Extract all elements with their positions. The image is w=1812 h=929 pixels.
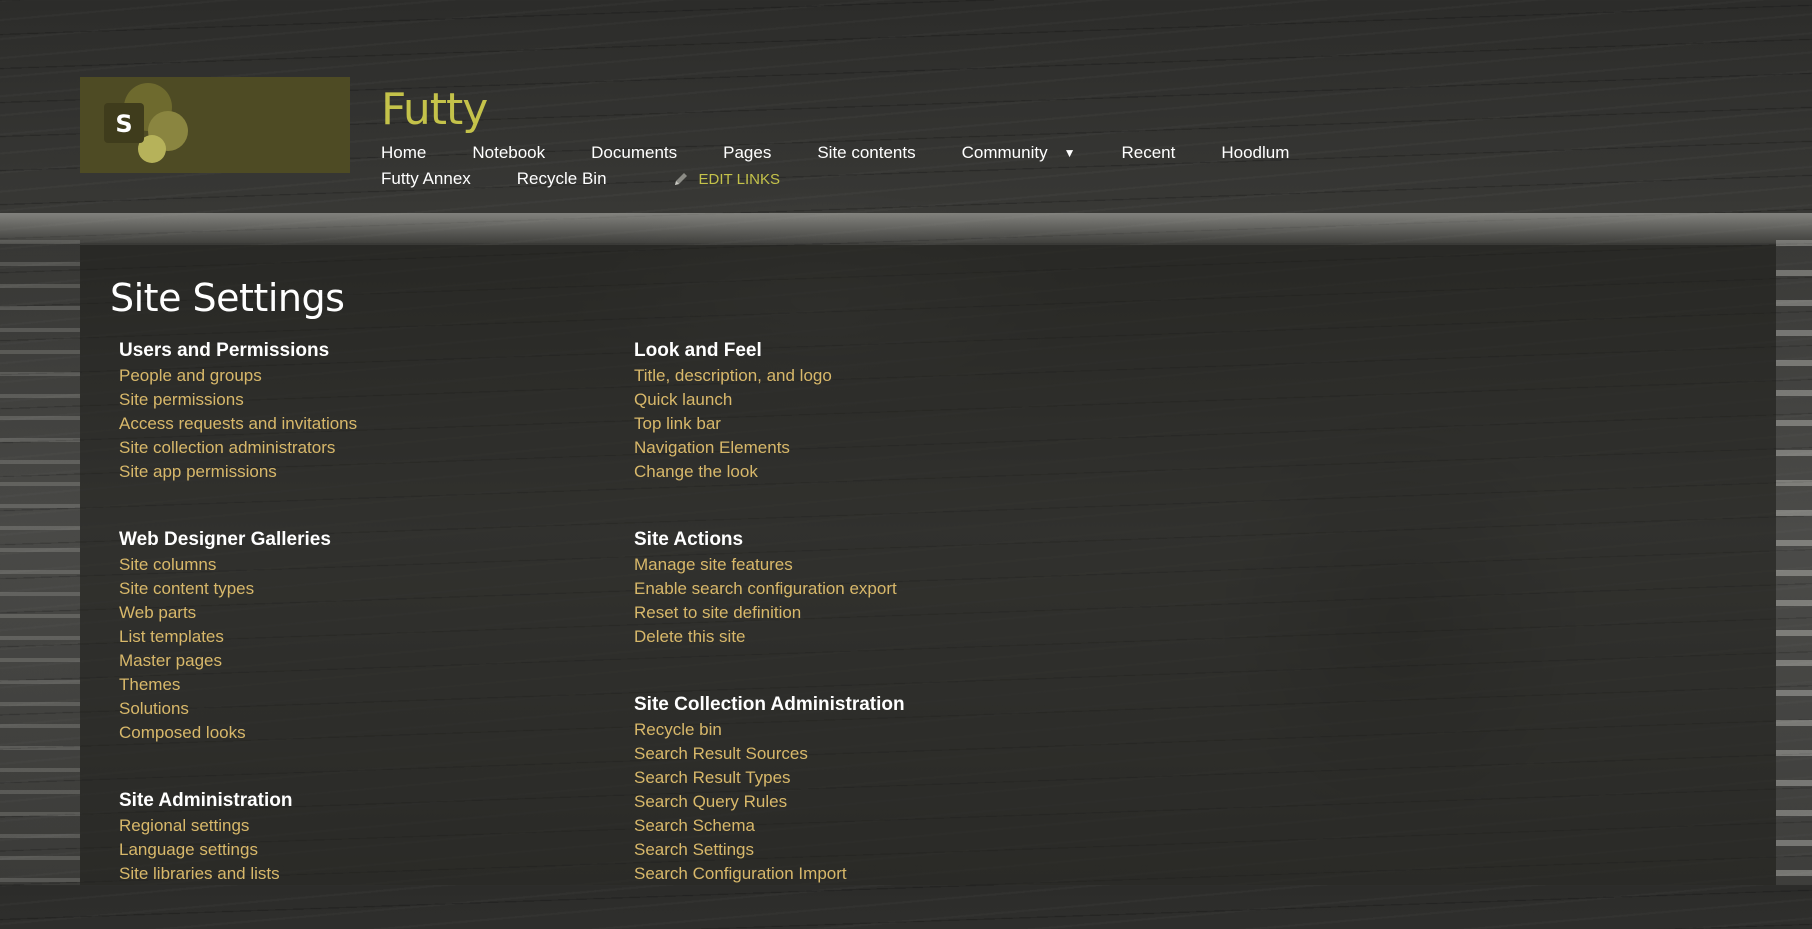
link-site-permissions[interactable]: Site permissions bbox=[119, 388, 599, 412]
section-site-actions: Site Actions Manage site features Enable… bbox=[634, 527, 1114, 649]
link-language-settings[interactable]: Language settings bbox=[119, 838, 599, 862]
link-delete-this-site[interactable]: Delete this site bbox=[634, 625, 1114, 649]
nav-item-documents[interactable]: Documents bbox=[591, 143, 677, 163]
link-navigation-elements[interactable]: Navigation Elements bbox=[634, 436, 1114, 460]
link-search-schema[interactable]: Search Schema bbox=[634, 814, 1114, 838]
site-logo[interactable]: S bbox=[80, 77, 350, 173]
top-nav-row-2: Futty Annex Recycle Bin EDIT LINKS bbox=[381, 166, 1381, 192]
svg-text:S: S bbox=[115, 110, 132, 138]
site-title[interactable]: Futty bbox=[381, 78, 488, 142]
link-site-columns[interactable]: Site columns bbox=[119, 553, 599, 577]
section-heading: Web Designer Galleries bbox=[119, 529, 331, 550]
link-search-query-rules[interactable]: Search Query Rules bbox=[634, 790, 1114, 814]
link-site-collection-administrators[interactable]: Site collection administrators bbox=[119, 436, 599, 460]
link-master-pages[interactable]: Master pages bbox=[119, 649, 599, 673]
link-title-description-logo[interactable]: Title, description, and logo bbox=[634, 364, 1114, 388]
link-site-libraries-and-lists[interactable]: Site libraries and lists bbox=[119, 862, 599, 886]
edit-links-label: EDIT LINKS bbox=[698, 170, 780, 188]
section-web-designer-galleries: Web Designer Galleries Site columns Site… bbox=[119, 527, 599, 745]
link-regional-settings[interactable]: Regional settings bbox=[119, 814, 599, 838]
section-heading: Site Collection Administration bbox=[634, 694, 905, 715]
nav-item-futty-annex[interactable]: Futty Annex bbox=[381, 169, 471, 189]
nav-item-hoodlum[interactable]: Hoodlum bbox=[1221, 143, 1289, 163]
link-access-requests[interactable]: Access requests and invitations bbox=[119, 412, 599, 436]
link-manage-site-features[interactable]: Manage site features bbox=[634, 553, 1114, 577]
link-list-templates[interactable]: List templates bbox=[119, 625, 599, 649]
link-search-configuration-import[interactable]: Search Configuration Import bbox=[634, 862, 1114, 886]
edit-links-button[interactable]: EDIT LINKS bbox=[673, 171, 780, 188]
wood-background-right bbox=[1776, 240, 1812, 885]
nav-item-recycle-bin[interactable]: Recycle Bin bbox=[517, 169, 607, 189]
link-change-the-look[interactable]: Change the look bbox=[634, 460, 1114, 484]
link-solutions[interactable]: Solutions bbox=[119, 697, 599, 721]
link-search-result-sources[interactable]: Search Result Sources bbox=[634, 742, 1114, 766]
link-recycle-bin[interactable]: Recycle bin bbox=[634, 718, 1114, 742]
section-look-and-feel: Look and Feel Title, description, and lo… bbox=[634, 338, 1114, 484]
page-title: Site Settings bbox=[110, 276, 345, 320]
section-site-collection-administration: Site Collection Administration Recycle b… bbox=[634, 692, 1114, 886]
settings-column-left: Users and Permissions People and groups … bbox=[119, 338, 599, 929]
section-users-and-permissions: Users and Permissions People and groups … bbox=[119, 338, 599, 484]
pencil-icon bbox=[674, 173, 687, 185]
link-people-and-groups[interactable]: People and groups bbox=[119, 364, 599, 388]
link-reset-to-site-definition[interactable]: Reset to site definition bbox=[634, 601, 1114, 625]
link-search-settings[interactable]: Search Settings bbox=[634, 838, 1114, 862]
chevron-down-icon[interactable]: ▼ bbox=[1064, 146, 1076, 160]
link-themes[interactable]: Themes bbox=[119, 673, 599, 697]
link-site-content-types[interactable]: Site content types bbox=[119, 577, 599, 601]
nav-item-notebook[interactable]: Notebook bbox=[472, 143, 545, 163]
wood-background-band bbox=[0, 213, 1812, 243]
wood-background-left bbox=[0, 240, 80, 885]
settings-column-right: Look and Feel Title, description, and lo… bbox=[634, 338, 1114, 929]
section-heading: Look and Feel bbox=[634, 340, 762, 361]
nav-item-community[interactable]: Community bbox=[962, 143, 1048, 163]
top-nav-row-1: Home Notebook Documents Pages Site conte… bbox=[381, 140, 1381, 166]
link-composed-looks[interactable]: Composed looks bbox=[119, 721, 599, 745]
link-web-parts[interactable]: Web parts bbox=[119, 601, 599, 625]
link-enable-search-config-export[interactable]: Enable search configuration export bbox=[634, 577, 1114, 601]
sharepoint-logo-icon: S bbox=[104, 83, 188, 163]
link-site-app-permissions[interactable]: Site app permissions bbox=[119, 460, 599, 484]
link-top-link-bar[interactable]: Top link bar bbox=[634, 412, 1114, 436]
nav-item-recent[interactable]: Recent bbox=[1121, 143, 1175, 163]
link-search-result-types[interactable]: Search Result Types bbox=[634, 766, 1114, 790]
section-heading: Users and Permissions bbox=[119, 340, 330, 361]
nav-item-site-contents[interactable]: Site contents bbox=[817, 143, 915, 163]
top-navigation: Home Notebook Documents Pages Site conte… bbox=[381, 140, 1381, 192]
section-heading: Site Administration bbox=[119, 790, 293, 811]
nav-item-home[interactable]: Home bbox=[381, 143, 426, 163]
section-heading: Site Actions bbox=[634, 529, 744, 550]
section-site-administration: Site Administration Regional settings La… bbox=[119, 788, 599, 886]
nav-item-pages[interactable]: Pages bbox=[723, 143, 771, 163]
link-quick-launch[interactable]: Quick launch bbox=[634, 388, 1114, 412]
